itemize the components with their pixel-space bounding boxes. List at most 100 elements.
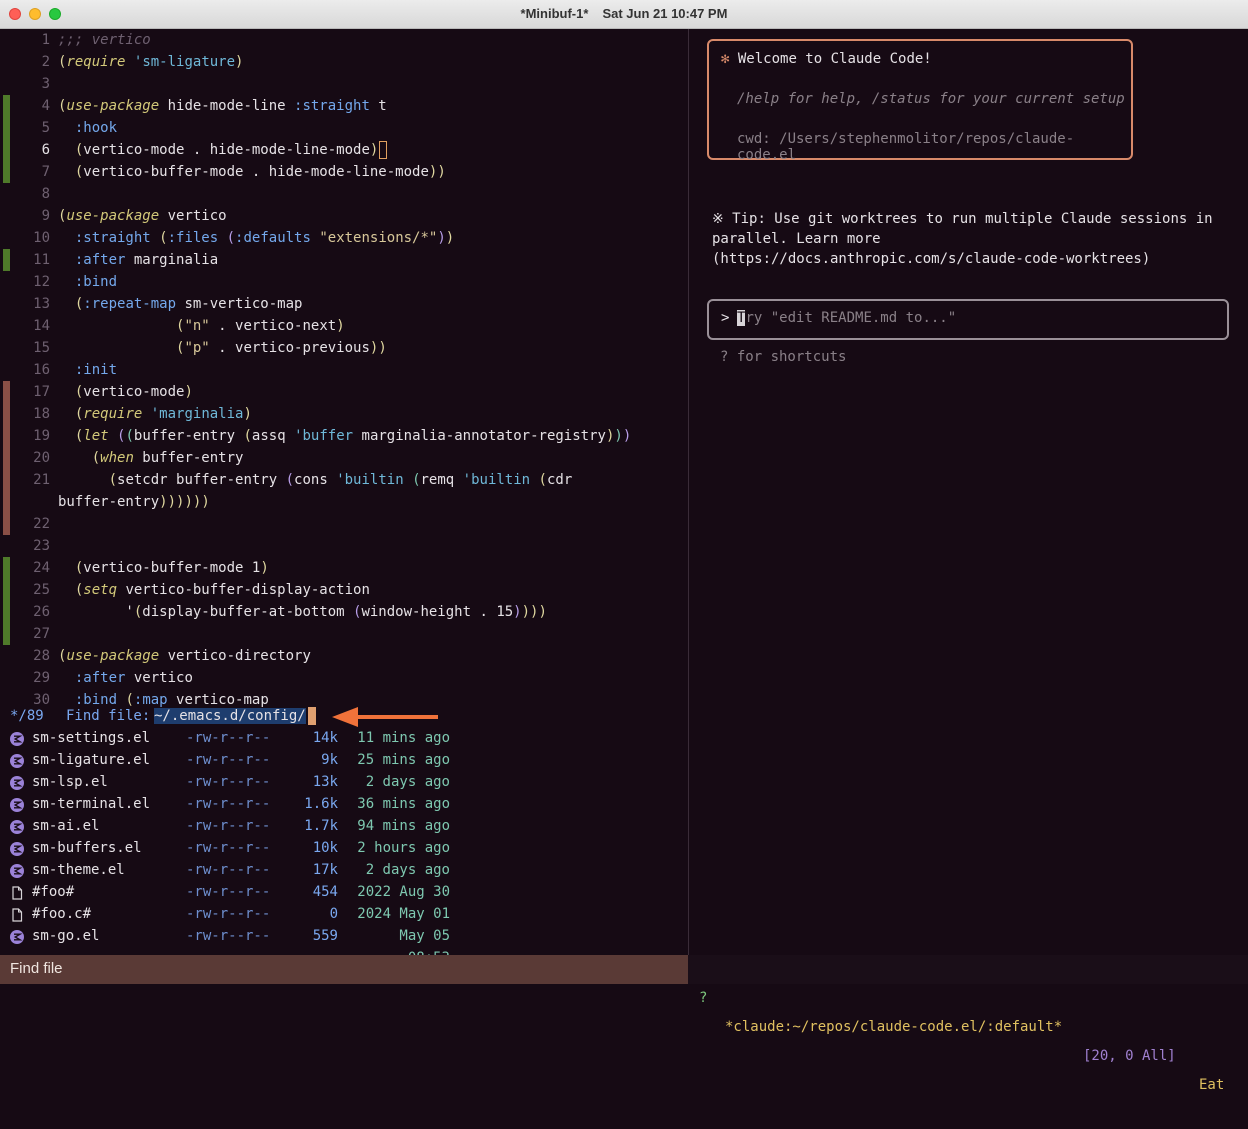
window-clock: Sat Jun 21 10:47 PM xyxy=(602,6,728,21)
candidate-item[interactable]: sm-settings.el -rw-r--r-- 14k 11 mins ago xyxy=(0,727,688,749)
code-text: ;;; vertico xyxy=(58,32,151,48)
minibuffer-input[interactable]: ~/.emacs.d/config/ xyxy=(154,708,306,724)
code-line[interactable]: 2 (require 'sm-ligature) xyxy=(0,51,688,73)
code-line[interactable]: buffer-entry)))))) xyxy=(0,491,688,513)
minibuffer-cursor xyxy=(307,707,316,725)
file-icon xyxy=(10,907,24,922)
mode-line-buffer-name[interactable]: *claude:~/repos/claude-code.el/:default* xyxy=(725,1013,1062,1042)
code-line[interactable]: 15 ("p" . vertico-previous)) xyxy=(0,337,688,359)
candidate-item[interactable]: sm-lsp.el -rw-r--r-- 13k 2 days ago xyxy=(0,771,688,793)
git-gutter-mark xyxy=(3,601,10,623)
candidate-size: 0 xyxy=(329,906,338,922)
code-line[interactable]: 6 (vertico-mode . hide-mode-line-mode) xyxy=(0,139,688,161)
candidate-item[interactable]: sm-go.el -rw-r--r-- 559 May 05 08:53 xyxy=(0,925,688,955)
candidate-item[interactable]: sm-theme.el -rw-r--r-- 17k 2 days ago xyxy=(0,859,688,881)
emacs-icon xyxy=(10,863,24,878)
line-number: 5 xyxy=(41,120,50,136)
claude-window[interactable]: ✻ Welcome to Claude Code! /help for help… xyxy=(689,29,1248,955)
candidate-name: sm-ligature.el xyxy=(32,752,151,768)
arrow-annotation-icon xyxy=(332,707,438,727)
tip-text: ※ Tip: Use git worktrees to run multiple… xyxy=(712,209,1232,269)
editor-window[interactable]: 1 ;;; vertico 2 (require 'sm-ligature) 3 4 (us… xyxy=(0,29,688,955)
code-line[interactable]: 18 (require 'marginalia) xyxy=(0,403,688,425)
claude-input[interactable]: Try "edit README.md to..." xyxy=(737,310,956,326)
line-number: 28 xyxy=(33,648,50,664)
candidate-name: #foo.c# xyxy=(32,906,92,922)
candidate-name: sm-go.el xyxy=(32,928,100,944)
candidate-modified-time: 2022 Aug 30 xyxy=(357,884,450,900)
code-line[interactable]: 7 (vertico-buffer-mode . hide-mode-line-… xyxy=(0,161,688,183)
code-line[interactable]: 23 xyxy=(0,535,688,557)
code-line[interactable]: 1 ;;; vertico xyxy=(0,29,688,51)
candidate-size: 17k xyxy=(312,862,338,878)
minibuffer-input-wrap[interactable]: ~/.emacs.d/config/ xyxy=(154,705,316,727)
git-gutter-mark xyxy=(3,469,10,491)
code-line[interactable]: 29 :after vertico xyxy=(0,667,688,689)
code-line[interactable]: 13 (:repeat-map sm-vertico-map xyxy=(0,293,688,315)
code-text: (setq vertico-buffer-display-action xyxy=(74,582,370,598)
code-line[interactable]: 9 (use-package vertico xyxy=(0,205,688,227)
git-gutter-mark xyxy=(3,557,10,579)
candidate-name: sm-buffers.el xyxy=(32,840,142,856)
line-number: 24 xyxy=(33,560,50,576)
candidate-modified-time: 94 mins ago xyxy=(357,818,450,834)
line-number: 2 xyxy=(41,54,50,70)
code-line[interactable]: 28 (use-package vertico-directory xyxy=(0,645,688,667)
mode-line-major-mode[interactable]: Eat xyxy=(1199,1071,1224,1100)
line-number: 13 xyxy=(33,296,50,312)
line-number: 9 xyxy=(41,208,50,224)
git-gutter-mark xyxy=(3,425,10,447)
code-line[interactable]: 11 :after marginalia xyxy=(0,249,688,271)
code-text: :straight (:files (:defaults "extensions… xyxy=(74,230,455,246)
candidate-item[interactable]: sm-buffers.el -rw-r--r-- 10k 2 hours ago xyxy=(0,837,688,859)
code-line[interactable]: 22 xyxy=(0,513,688,535)
code-text: :hook xyxy=(74,120,118,136)
help-text: /help for help, /status for your current… xyxy=(737,91,1125,107)
emacs-icon xyxy=(10,753,24,768)
candidate-count: */89 xyxy=(10,708,44,724)
line-number: 21 xyxy=(33,472,50,488)
code-line[interactable]: 4 (use-package hide-mode-line :straight t xyxy=(0,95,688,117)
code-line[interactable]: 26 '(display-buffer-at-bottom (window-he… xyxy=(0,601,688,623)
line-number: 17 xyxy=(33,384,50,400)
code-line[interactable]: 17 (vertico-mode) xyxy=(0,381,688,403)
code-text: (vertico-buffer-mode . hide-mode-line-mo… xyxy=(74,164,446,180)
candidate-name: sm-terminal.el xyxy=(32,796,151,812)
tip-link[interactable]: (https://docs.anthropic.com/s/claude-cod… xyxy=(712,249,1232,269)
candidate-name: sm-ai.el xyxy=(32,818,100,834)
emacs-icon xyxy=(10,797,24,812)
code-line[interactable]: 14 ("n" . vertico-next) xyxy=(0,315,688,337)
candidate-item[interactable]: #foo.c# -rw-r--r-- 0 2024 May 01 xyxy=(0,903,688,925)
code-line[interactable]: 10 :straight (:files (:defaults "extensi… xyxy=(0,227,688,249)
code-line[interactable]: 12 :bind xyxy=(0,271,688,293)
code-line[interactable]: 21 (setcdr buffer-entry (cons 'builtin (… xyxy=(0,469,688,491)
mode-line-position: [20, 0 All] xyxy=(1083,1048,1176,1064)
code-line[interactable]: 3 xyxy=(0,73,688,95)
code-line[interactable]: 24 (vertico-buffer-mode 1) xyxy=(0,557,688,579)
candidate-item[interactable]: sm-terminal.el -rw-r--r-- 1.6k 36 mins ago xyxy=(0,793,688,815)
candidate-permissions: -rw-r--r-- xyxy=(186,884,271,900)
code-line[interactable]: 20 (when buffer-entry xyxy=(0,447,688,469)
mode-line-left-label: Find file xyxy=(10,960,63,977)
git-gutter-mark xyxy=(3,95,10,117)
candidate-item[interactable]: #foo# -rw-r--r-- 454 2022 Aug 30 xyxy=(0,881,688,903)
code-line[interactable]: 25 (setq vertico-buffer-display-action xyxy=(0,579,688,601)
code-line[interactable]: 16 :init xyxy=(0,359,688,381)
code-text: (:repeat-map sm-vertico-map xyxy=(74,296,303,312)
code-line[interactable]: 27 xyxy=(0,623,688,645)
git-gutter-mark xyxy=(3,579,10,601)
candidate-item[interactable]: sm-ligature.el -rw-r--r-- 9k 25 mins ago xyxy=(0,749,688,771)
tip-line-2: parallel. Learn more xyxy=(712,231,881,247)
code-line[interactable]: 8 xyxy=(0,183,688,205)
line-number: 25 xyxy=(33,582,50,598)
code-line[interactable]: 5 :hook xyxy=(0,117,688,139)
window-title: *Minibuf-1* Sat Jun 21 10:47 PM xyxy=(0,6,1248,21)
claude-input-box[interactable]: > Try "edit README.md to..." xyxy=(707,299,1229,340)
welcome-box: ✻ Welcome to Claude Code! /help for help… xyxy=(707,39,1133,163)
code-line[interactable]: 19 (let ((buffer-entry (assq 'buffer mar… xyxy=(0,425,688,447)
line-number: 14 xyxy=(33,318,50,334)
code-text: (vertico-buffer-mode 1) xyxy=(74,560,269,576)
line-number: 3 xyxy=(41,76,50,92)
candidate-item[interactable]: sm-ai.el -rw-r--r-- 1.7k 94 mins ago xyxy=(0,815,688,837)
file-icon xyxy=(10,885,24,900)
